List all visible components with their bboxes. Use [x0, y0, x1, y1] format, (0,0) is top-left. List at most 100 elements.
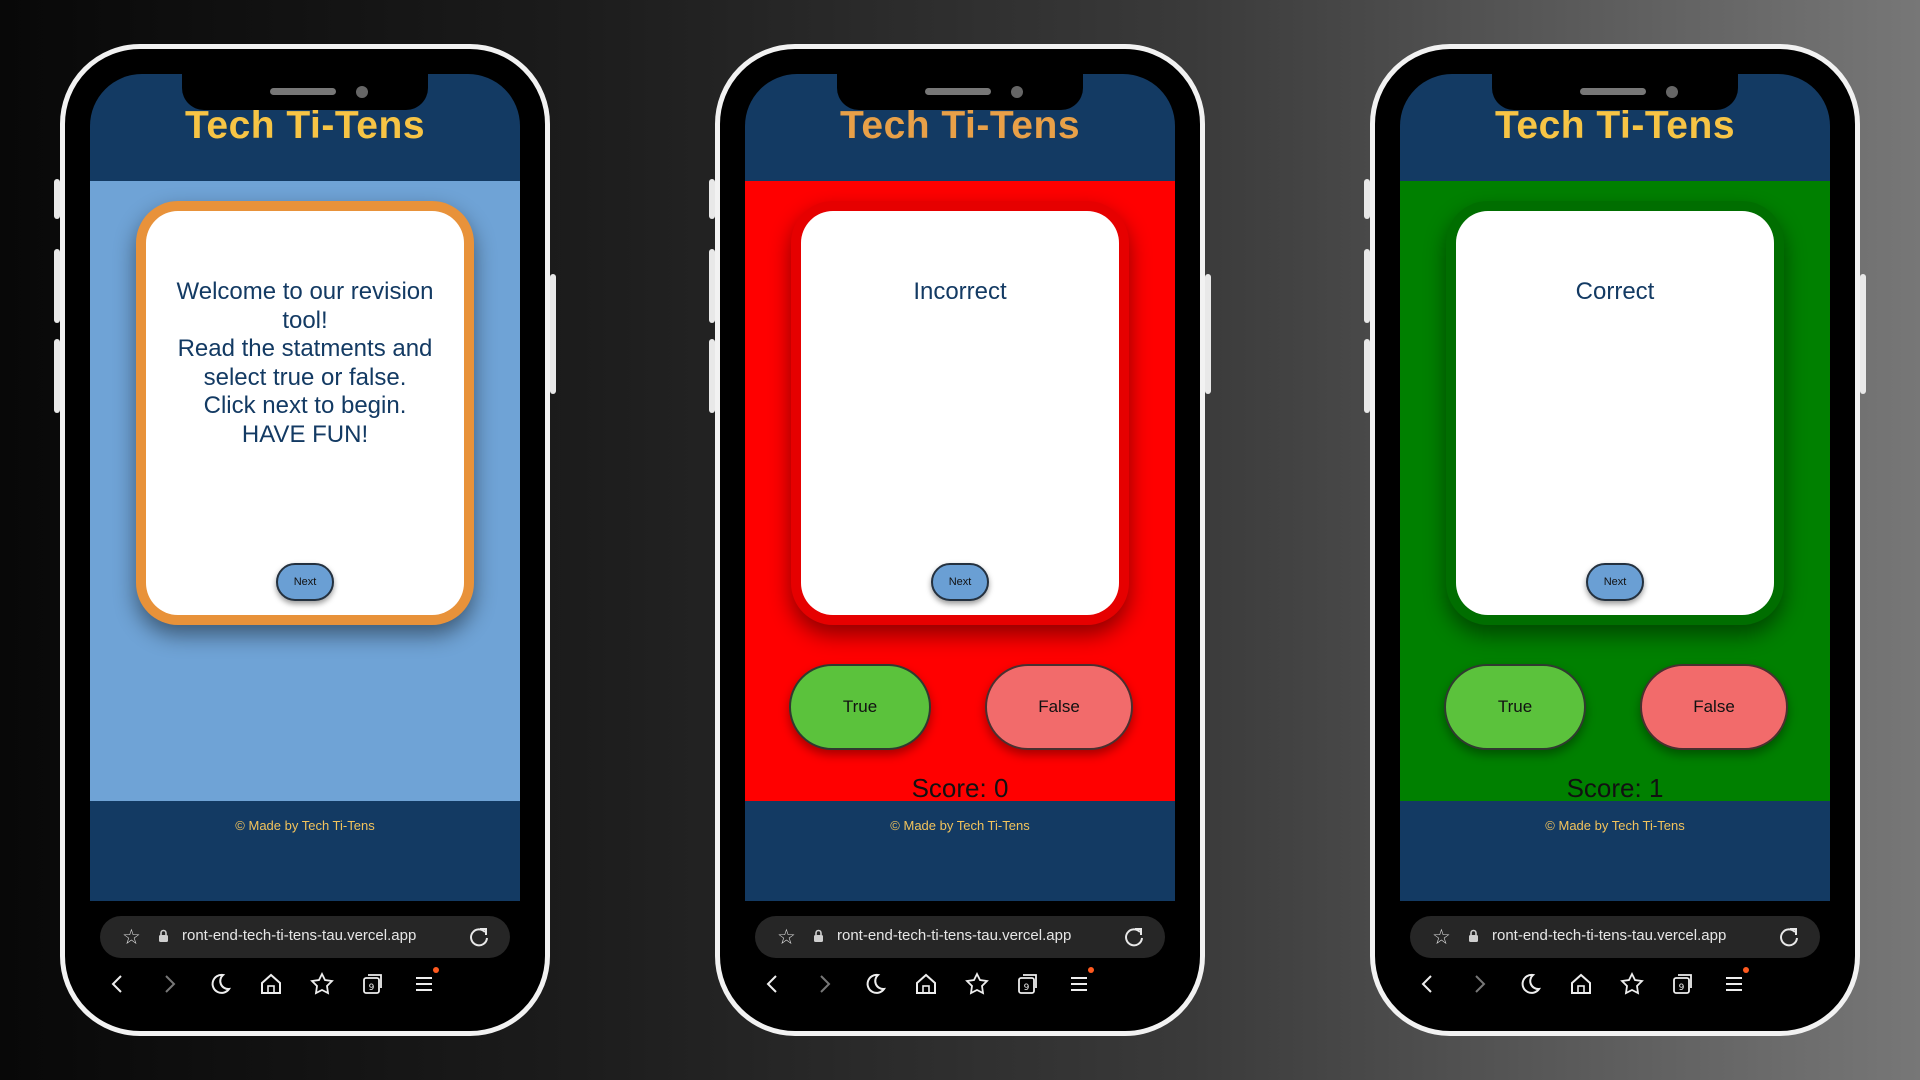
tabs-icon[interactable]: 9	[360, 971, 386, 997]
card-line: tool!	[282, 306, 328, 334]
star-icon[interactable]: ☆	[777, 925, 796, 950]
back-icon[interactable]	[1415, 971, 1441, 997]
address-bar[interactable]: ☆ ront-end-tech-ti-tens-tau.vercel.app	[100, 916, 510, 958]
app-title: Tech Ti-Tens	[839, 104, 1081, 147]
app-footer: © Made by Tech Ti-Tens	[1400, 801, 1830, 901]
tabs-icon[interactable]: 9	[1670, 971, 1696, 997]
app-footer: © Made by Tech Ti-Tens	[745, 801, 1175, 901]
bookmarks-icon[interactable]	[964, 971, 990, 997]
home-icon[interactable]	[1568, 971, 1594, 997]
camera	[1011, 86, 1023, 98]
star-icon[interactable]: ☆	[1432, 925, 1451, 950]
browser-nav-row: 9	[1400, 967, 1830, 1001]
tabs-icon[interactable]: 9	[1015, 971, 1041, 997]
menu-icon[interactable]	[1066, 967, 1094, 997]
notification-dot	[1743, 967, 1749, 973]
quiz-area: Correct Next True False Score: 1	[1400, 181, 1830, 803]
star-icon[interactable]: ☆	[122, 925, 141, 950]
question-card: Incorrect Next	[801, 211, 1119, 615]
address-bar[interactable]: ☆ ront-end-tech-ti-tens-tau.vercel.app	[755, 916, 1165, 958]
browser-nav-row: 9	[90, 967, 520, 1001]
speaker	[1580, 88, 1646, 95]
silent-switch	[709, 179, 715, 219]
silent-switch	[54, 179, 60, 219]
forward-icon[interactable]	[156, 971, 182, 997]
reload-icon[interactable]	[1123, 926, 1145, 948]
result-label: Incorrect	[913, 278, 1007, 305]
phone-correct: Tech Ti-Tens Correct Next True False Sco…	[1364, 44, 1866, 1036]
forward-icon[interactable]	[811, 971, 837, 997]
footer-credit: © Made by Tech Ti-Tens	[235, 818, 375, 833]
question-card-frame: Welcome to our revision tool! Read the s…	[136, 201, 474, 625]
bookmarks-icon[interactable]	[1619, 971, 1645, 997]
power-button	[1860, 274, 1866, 394]
card-message: Correct	[1470, 278, 1760, 307]
card-line: Welcome to our revision	[176, 278, 434, 305]
quiz-area: Welcome to our revision tool! Read the s…	[90, 181, 520, 801]
phone-incorrect: Tech Ti-Tens Incorrect Next True False S…	[709, 44, 1211, 1036]
card-message: Welcome to our revision tool! Read the s…	[160, 278, 450, 449]
reload-icon[interactable]	[1778, 926, 1800, 948]
url-text[interactable]: ront-end-tech-ti-tens-tau.vercel.app	[182, 927, 416, 944]
back-icon[interactable]	[105, 971, 131, 997]
tab-count: 9	[369, 983, 375, 993]
power-button	[550, 274, 556, 394]
tab-count: 9	[1679, 983, 1685, 993]
next-button[interactable]: Next	[1586, 563, 1644, 601]
result-label: Correct	[1575, 278, 1655, 305]
true-button[interactable]: True	[1444, 664, 1586, 750]
browser-toolbar: ☆ ront-end-tech-ti-tens-tau.vercel.app 9	[90, 901, 520, 1009]
home-icon[interactable]	[258, 971, 284, 997]
volume-down-button	[1364, 339, 1370, 413]
phone-welcome: Tech Ti-Tens Welcome to our revision too…	[54, 44, 556, 1036]
quiz-area: Incorrect Next True False Score: 0	[745, 181, 1175, 803]
notch	[182, 74, 428, 110]
question-card-frame: Incorrect Next	[791, 201, 1129, 625]
bookmarks-icon[interactable]	[309, 971, 335, 997]
question-card: Correct Next	[1456, 211, 1774, 615]
address-bar[interactable]: ☆ ront-end-tech-ti-tens-tau.vercel.app	[1410, 916, 1820, 958]
true-button[interactable]: True	[789, 664, 931, 750]
moon-icon[interactable]	[1517, 971, 1543, 997]
volume-up-button	[1364, 249, 1370, 323]
false-button[interactable]: False	[1640, 664, 1788, 750]
speaker	[270, 88, 336, 95]
moon-icon[interactable]	[862, 971, 888, 997]
score-text: Score: 1	[1566, 773, 1664, 803]
forward-icon[interactable]	[1466, 971, 1492, 997]
footer-credit: © Made by Tech Ti-Tens	[890, 818, 1030, 833]
card-line: HAVE FUN!	[241, 420, 369, 448]
camera	[1666, 86, 1678, 98]
lock-icon	[1469, 929, 1478, 942]
notch	[1492, 74, 1738, 110]
app-title: Tech Ti-Tens	[184, 104, 426, 147]
volume-up-button	[54, 249, 60, 323]
app-title: Tech Ti-Tens	[1494, 104, 1736, 147]
menu-icon[interactable]	[1721, 967, 1749, 997]
volume-down-button	[709, 339, 715, 413]
lock-icon	[814, 929, 823, 942]
home-icon[interactable]	[913, 971, 939, 997]
false-button[interactable]: False	[985, 664, 1133, 750]
menu-icon[interactable]	[411, 967, 439, 997]
browser-toolbar: ☆ ront-end-tech-ti-tens-tau.vercel.app 9	[1400, 901, 1830, 1009]
question-card-frame: Correct Next	[1446, 201, 1784, 625]
back-icon[interactable]	[760, 971, 786, 997]
silent-switch	[1364, 179, 1370, 219]
phone-screen: Tech Ti-Tens Incorrect Next True False S…	[745, 74, 1175, 1009]
url-text[interactable]: ront-end-tech-ti-tens-tau.vercel.app	[837, 927, 1071, 944]
phone-screen: Tech Ti-Tens Correct Next True False Sco…	[1400, 74, 1830, 1009]
next-button[interactable]: Next	[931, 563, 989, 601]
lock-icon	[159, 929, 168, 942]
reload-icon[interactable]	[468, 926, 490, 948]
browser-toolbar: ☆ ront-end-tech-ti-tens-tau.vercel.app 9	[745, 901, 1175, 1009]
phone-screen: Tech Ti-Tens Welcome to our revision too…	[90, 74, 520, 1009]
card-line: Read the statments and	[177, 335, 433, 362]
next-button[interactable]: Next	[276, 563, 334, 601]
score-text: Score: 0	[911, 773, 1009, 803]
footer-credit: © Made by Tech Ti-Tens	[1545, 818, 1685, 833]
card-line: Click next to begin.	[203, 392, 407, 419]
notification-dot	[433, 967, 439, 973]
url-text[interactable]: ront-end-tech-ti-tens-tau.vercel.app	[1492, 927, 1726, 944]
moon-icon[interactable]	[207, 971, 233, 997]
